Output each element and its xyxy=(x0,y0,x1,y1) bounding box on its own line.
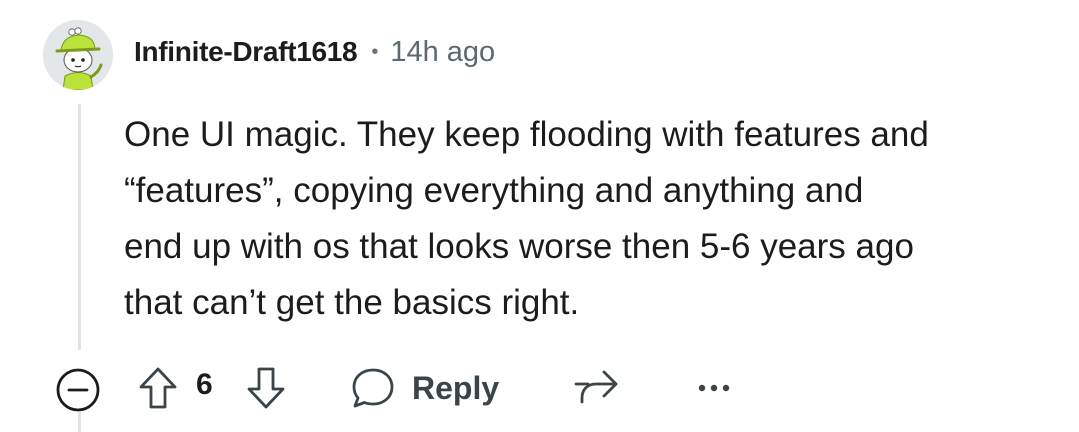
vote-count: 6 xyxy=(196,368,213,401)
author-username[interactable]: Infinite-Draft1618 xyxy=(134,36,358,68)
minus-circle-icon xyxy=(56,368,100,412)
comment-body-line: end up with os that looks worse then 5-6… xyxy=(124,227,914,266)
comment-action-bar: 6 Reply xyxy=(0,356,1079,416)
comment-body-line: “features”, copying everything and anyth… xyxy=(124,171,864,210)
meta-separator: • xyxy=(371,40,379,63)
comment-body: One UI magic. They keep flooding with fe… xyxy=(124,107,1054,331)
speech-bubble-icon xyxy=(352,368,394,408)
avatar-image xyxy=(43,20,113,90)
comment-body-line: that can’t get the basics right. xyxy=(124,283,580,322)
avatar[interactable] xyxy=(43,20,113,90)
reply-label: Reply xyxy=(412,369,500,406)
comment: Infinite-Draft1618 • 14h ago One UI magi… xyxy=(0,0,1079,432)
comment-body-line: One UI magic. They keep flooding with fe… xyxy=(124,115,929,154)
share-button[interactable] xyxy=(572,364,624,412)
share-icon xyxy=(574,370,618,404)
collapse-thread-button[interactable] xyxy=(52,364,104,416)
downvote-button[interactable] xyxy=(242,364,290,412)
arrow-down-icon xyxy=(247,367,285,409)
ellipsis-icon xyxy=(698,384,730,392)
comment-timestamp: 14h ago xyxy=(390,35,496,68)
comment-header: Infinite-Draft1618 • 14h ago xyxy=(134,30,495,74)
upvote-button[interactable] xyxy=(134,364,182,412)
more-options-button[interactable] xyxy=(692,364,736,412)
reply-button[interactable]: Reply xyxy=(350,362,510,414)
thread-line[interactable] xyxy=(78,104,81,350)
arrow-up-icon xyxy=(139,367,177,409)
